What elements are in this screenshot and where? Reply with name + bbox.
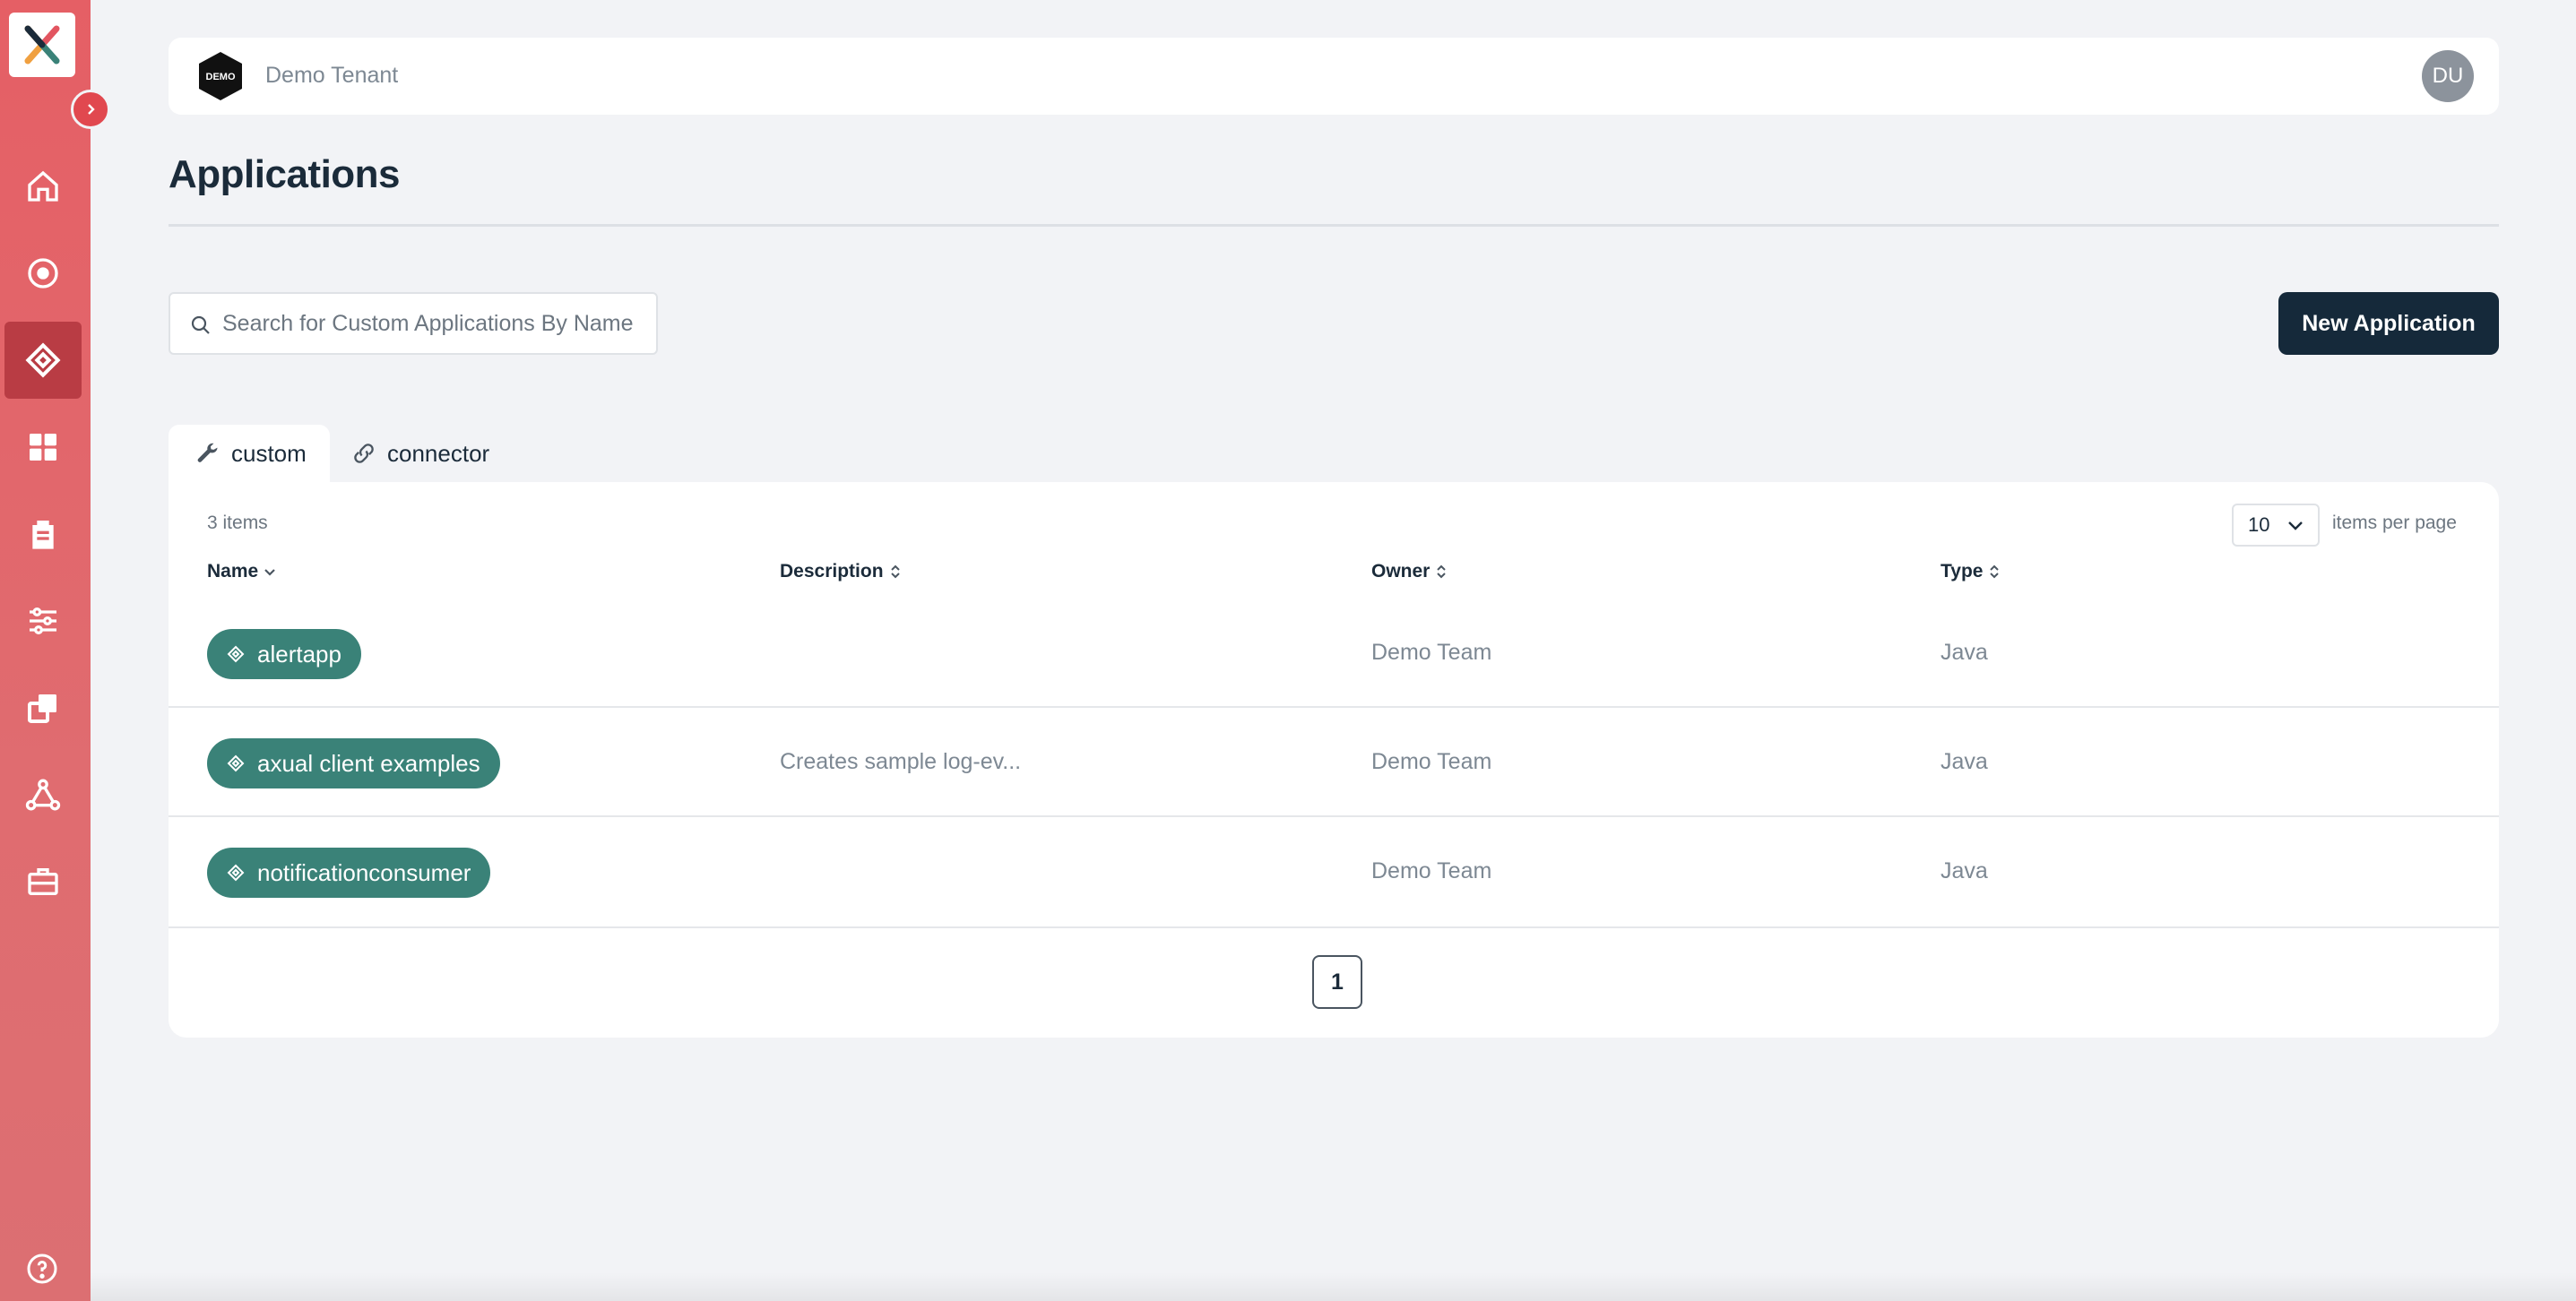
sidebar-item-copy[interactable]: [4, 669, 82, 746]
application-owner: Demo Team: [1371, 749, 1492, 774]
column-header-description-label: Description: [780, 561, 884, 582]
pagination-divider: [169, 926, 2499, 928]
user-avatar[interactable]: DU: [2422, 50, 2474, 102]
sidebar-item-briefcase[interactable]: [4, 843, 82, 920]
application-type: Java: [1941, 858, 1988, 883]
table-row[interactable]: alertapp Demo Team Java: [169, 599, 2499, 708]
tab-connector[interactable]: connector: [351, 425, 489, 482]
tenant-logo: DEMO: [199, 52, 242, 100]
application-name: alertapp: [257, 640, 341, 668]
application-description: Creates sample log-ev...: [780, 749, 1022, 774]
application-icon: [227, 754, 245, 772]
chevron-right-icon: [88, 104, 95, 115]
app-logo[interactable]: [9, 13, 75, 77]
column-header-name-label: Name: [207, 561, 259, 582]
sliders-icon: [30, 607, 56, 634]
table-row[interactable]: axual client examples Creates sample log…: [169, 708, 2499, 817]
logo-icon: [24, 25, 60, 65]
application-name-pill[interactable]: axual client examples: [207, 738, 500, 788]
dashboard-icon: [30, 434, 56, 461]
sidebar-item-settings[interactable]: [4, 582, 82, 659]
help-icon[interactable]: [26, 1253, 58, 1285]
sidebar-item-applications[interactable]: [4, 322, 82, 399]
top-bar: DEMO Demo Tenant DU: [169, 38, 2499, 115]
home-icon: [28, 170, 58, 202]
search-box[interactable]: [169, 292, 658, 355]
applications-table-panel: 3 items 10 items per page Name Descripti…: [169, 482, 2499, 1038]
sidebar-item-network[interactable]: [4, 756, 82, 833]
application-name-pill[interactable]: alertapp: [207, 629, 361, 679]
sidebar-item-dashboard[interactable]: [4, 409, 82, 486]
copy-icon: [28, 694, 56, 723]
application-type: Java: [1941, 749, 1988, 774]
column-header-type-label: Type: [1941, 561, 1984, 582]
tab-custom[interactable]: custom: [169, 425, 330, 482]
target-icon: [28, 258, 58, 289]
search-input[interactable]: [222, 294, 653, 353]
bottom-shadow: [91, 1272, 2576, 1301]
sort-icon: [890, 564, 900, 579]
column-header-owner-label: Owner: [1371, 561, 1431, 582]
table-row[interactable]: notificationconsumer Demo Team Java: [169, 817, 2499, 926]
column-header-owner[interactable]: Owner: [1371, 561, 1449, 582]
title-divider: [169, 224, 2499, 227]
clipboard-icon: [32, 521, 54, 549]
column-header-name[interactable]: Name: [207, 561, 278, 582]
items-count: 3 items: [207, 513, 268, 533]
application-icon: [227, 864, 245, 882]
svg-text:DEMO: DEMO: [206, 72, 236, 82]
new-application-button[interactable]: New Application: [2278, 292, 2499, 355]
application-name: notificationconsumer: [257, 858, 471, 886]
sidebar-item-clipboard[interactable]: [4, 495, 82, 573]
application-type: Java: [1941, 640, 1988, 665]
application-name-pill[interactable]: notificationconsumer: [207, 848, 491, 898]
column-header-description[interactable]: Description: [780, 561, 903, 582]
items-per-page-select[interactable]: 10: [2232, 504, 2320, 547]
pagination-page-button[interactable]: 1: [1312, 955, 1362, 1009]
application-name: axual client examples: [257, 749, 480, 777]
items-per-page-value: 10: [2248, 513, 2270, 536]
applications-icon: [25, 342, 61, 378]
network-icon: [25, 779, 61, 811]
page-title: Applications: [169, 152, 401, 196]
items-per-page-label: items per page: [2332, 513, 2457, 533]
wrench-icon: [197, 443, 218, 462]
sidebar-item-home[interactable]: [4, 148, 82, 225]
sidebar-expand-button[interactable]: [71, 90, 110, 129]
chevron-down-icon: [2288, 521, 2303, 530]
tenant-name[interactable]: Demo Tenant: [265, 63, 398, 89]
sidebar-item-target[interactable]: [4, 235, 82, 312]
tab-custom-label: custom: [231, 439, 307, 467]
application-owner: Demo Team: [1371, 640, 1492, 665]
sidebar: [0, 0, 91, 1301]
tab-connector-label: connector: [387, 439, 490, 467]
application-owner: Demo Team: [1371, 858, 1492, 883]
sort-desc-icon: [264, 569, 275, 576]
sort-icon: [1990, 564, 2000, 579]
sort-icon: [1437, 564, 1447, 579]
briefcase-icon: [28, 868, 58, 895]
column-header-type[interactable]: Type: [1941, 561, 2002, 582]
search-icon: [191, 315, 210, 334]
application-icon: [227, 645, 245, 663]
link-icon: [354, 444, 374, 463]
